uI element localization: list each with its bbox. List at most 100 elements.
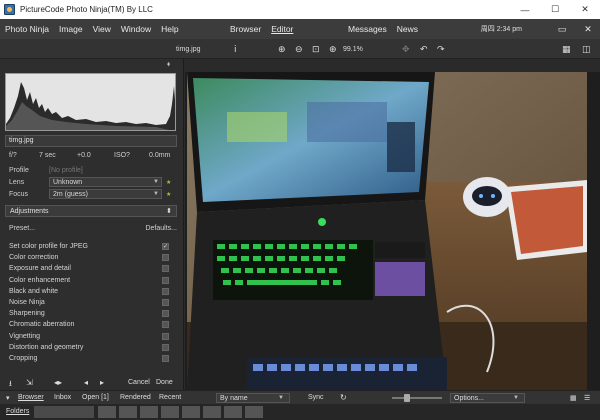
- redo-icon[interactable]: ↷: [437, 42, 445, 56]
- checkbox[interactable]: [162, 321, 169, 329]
- grid-icon[interactable]: ▦: [570, 394, 577, 402]
- list-item[interactable]: Color correction: [9, 252, 169, 263]
- menu-image[interactable]: Image: [54, 24, 88, 34]
- list-icon[interactable]: ☰: [584, 394, 590, 402]
- tab-rendered[interactable]: Rendered: [120, 394, 151, 401]
- image-viewer[interactable]: [185, 59, 600, 390]
- compare-icon[interactable]: ◂▸: [54, 378, 62, 387]
- adjustments-panel: ⬧ timg.jpg f/? 7 sec +0.0 ISO? 0.0mm Pro…: [0, 59, 184, 390]
- menu-help[interactable]: Help: [156, 24, 183, 34]
- cancel-button[interactable]: Cancel: [128, 379, 150, 386]
- list-item[interactable]: Noise Ninja: [9, 297, 169, 308]
- thumbnail[interactable]: [119, 406, 137, 418]
- defaults-button[interactable]: Defaults...: [145, 225, 177, 232]
- panel-minimize-icon[interactable]: ▭: [556, 23, 568, 35]
- checkbox[interactable]: [162, 254, 169, 262]
- thumbnail[interactable]: [224, 406, 242, 418]
- list-item[interactable]: Exposure and detail: [9, 263, 169, 274]
- browser-bar: ▾ Browser Inbox Open [1] Rendered Recent…: [0, 390, 600, 404]
- list-item[interactable]: Vignetting: [9, 331, 169, 342]
- tab-inbox[interactable]: Inbox: [54, 394, 71, 401]
- split-view-icon[interactable]: ◫: [582, 42, 591, 56]
- menu-view[interactable]: View: [88, 24, 116, 34]
- list-item[interactable]: Cropping: [9, 353, 169, 364]
- app-logo-icon: [4, 4, 15, 15]
- grid-view-icon[interactable]: ▦: [562, 42, 571, 56]
- zoom-in-icon[interactable]: ⊕: [278, 42, 286, 56]
- menu-photo-ninja[interactable]: Photo Ninja: [0, 24, 54, 34]
- tab-browser[interactable]: Browser: [225, 24, 266, 34]
- photo-canvas[interactable]: [187, 72, 587, 390]
- thumbnail-size-slider[interactable]: [392, 397, 442, 399]
- thumbnail[interactable]: [245, 406, 263, 418]
- exif-info: f/? 7 sec +0.0 ISO? 0.0mm: [9, 152, 177, 159]
- tab-news[interactable]: News: [392, 24, 423, 34]
- sync-button[interactable]: Sync: [308, 394, 324, 401]
- thumbnail[interactable]: [140, 406, 158, 418]
- folders-tab[interactable]: Folders: [6, 408, 29, 415]
- tab-editor[interactable]: Editor: [266, 24, 298, 34]
- list-item[interactable]: Black and white: [9, 286, 169, 297]
- list-item[interactable]: Color enhancement: [9, 275, 169, 286]
- zoom-out-icon[interactable]: ⊖: [295, 42, 303, 56]
- checkbox[interactable]: [162, 332, 169, 340]
- list-item[interactable]: Distortion and geometry: [9, 342, 169, 353]
- thumbnail[interactable]: [182, 406, 200, 418]
- previous-icon[interactable]: ◂: [84, 378, 88, 387]
- undo-icon[interactable]: ↶: [420, 42, 428, 56]
- lens-select[interactable]: Unknown ▼: [49, 177, 162, 187]
- menu-window[interactable]: Window: [116, 24, 156, 34]
- profile-label: Profile: [9, 166, 29, 174]
- list-item[interactable]: Chromatic aberration: [9, 319, 169, 330]
- info-icon[interactable]: ⅰ: [234, 42, 237, 56]
- chevron-down-icon: ▼: [513, 395, 519, 401]
- zoom-actual-icon[interactable]: ⊕: [329, 42, 337, 56]
- slider-handle[interactable]: [404, 394, 410, 402]
- next-icon[interactable]: ▸: [100, 378, 104, 387]
- focus-label: Focus: [9, 190, 29, 198]
- checkbox[interactable]: [162, 354, 169, 362]
- checkbox[interactable]: [162, 265, 169, 273]
- maximize-button[interactable]: ☐: [540, 0, 570, 19]
- checkbox[interactable]: [162, 276, 169, 284]
- main-menu: Photo Ninja Image View Window Help: [0, 24, 184, 34]
- thumbnail[interactable]: [98, 406, 116, 418]
- refresh-icon[interactable]: ↻: [340, 393, 347, 402]
- checkbox[interactable]: [162, 299, 169, 307]
- options-label: Options...: [454, 394, 484, 402]
- tab-recent[interactable]: Recent: [159, 394, 181, 401]
- chevron-down-icon: ▼: [153, 191, 159, 197]
- done-button[interactable]: Done: [156, 379, 173, 386]
- panel-close-icon[interactable]: ✕: [582, 23, 594, 35]
- focus-value: 2m (guess): [53, 190, 89, 198]
- tab-open[interactable]: Open [1]: [82, 394, 109, 401]
- adjustment-label: Noise Ninja: [9, 299, 45, 307]
- tab-messages[interactable]: Messages: [343, 24, 392, 34]
- close-button[interactable]: ✕: [570, 0, 600, 19]
- minimize-button[interactable]: —: [510, 0, 540, 19]
- share-icon[interactable]: ⇲: [26, 378, 33, 387]
- thumbnail[interactable]: [203, 406, 221, 418]
- checkbox[interactable]: [162, 343, 169, 351]
- list-item[interactable]: Sharpening: [9, 308, 169, 319]
- zoom-fit-icon[interactable]: ⊡: [312, 42, 320, 56]
- focus-select[interactable]: 2m (guess) ▼: [49, 189, 162, 199]
- checkbox[interactable]: [162, 287, 169, 295]
- options-select[interactable]: Options... ▼: [450, 393, 525, 403]
- checkbox[interactable]: [162, 310, 169, 318]
- tab-browser-bottom[interactable]: Browser: [18, 394, 44, 401]
- thumbnail[interactable]: [161, 406, 179, 418]
- down-arrow-icon[interactable]: ▾: [6, 394, 10, 402]
- sort-select[interactable]: By name ▼: [216, 393, 290, 403]
- preset-button[interactable]: Preset...: [9, 225, 35, 232]
- adjustments-dropdown[interactable]: Adjustments ⬍: [5, 205, 177, 217]
- checkbox-checked[interactable]: ✓: [162, 243, 169, 251]
- adjustment-label: Black and white: [9, 287, 59, 295]
- lens-value: Unknown: [53, 178, 83, 186]
- exif-ev: +0.0: [77, 152, 91, 159]
- pin-icon[interactable]: ⬧: [167, 61, 170, 69]
- list-item[interactable]: Set color profile for JPEG ✓: [9, 241, 169, 252]
- focus-star-icon: ★: [166, 191, 172, 198]
- adjustment-label: Set color profile for JPEG: [9, 243, 88, 251]
- folder-tabs[interactable]: [34, 406, 94, 418]
